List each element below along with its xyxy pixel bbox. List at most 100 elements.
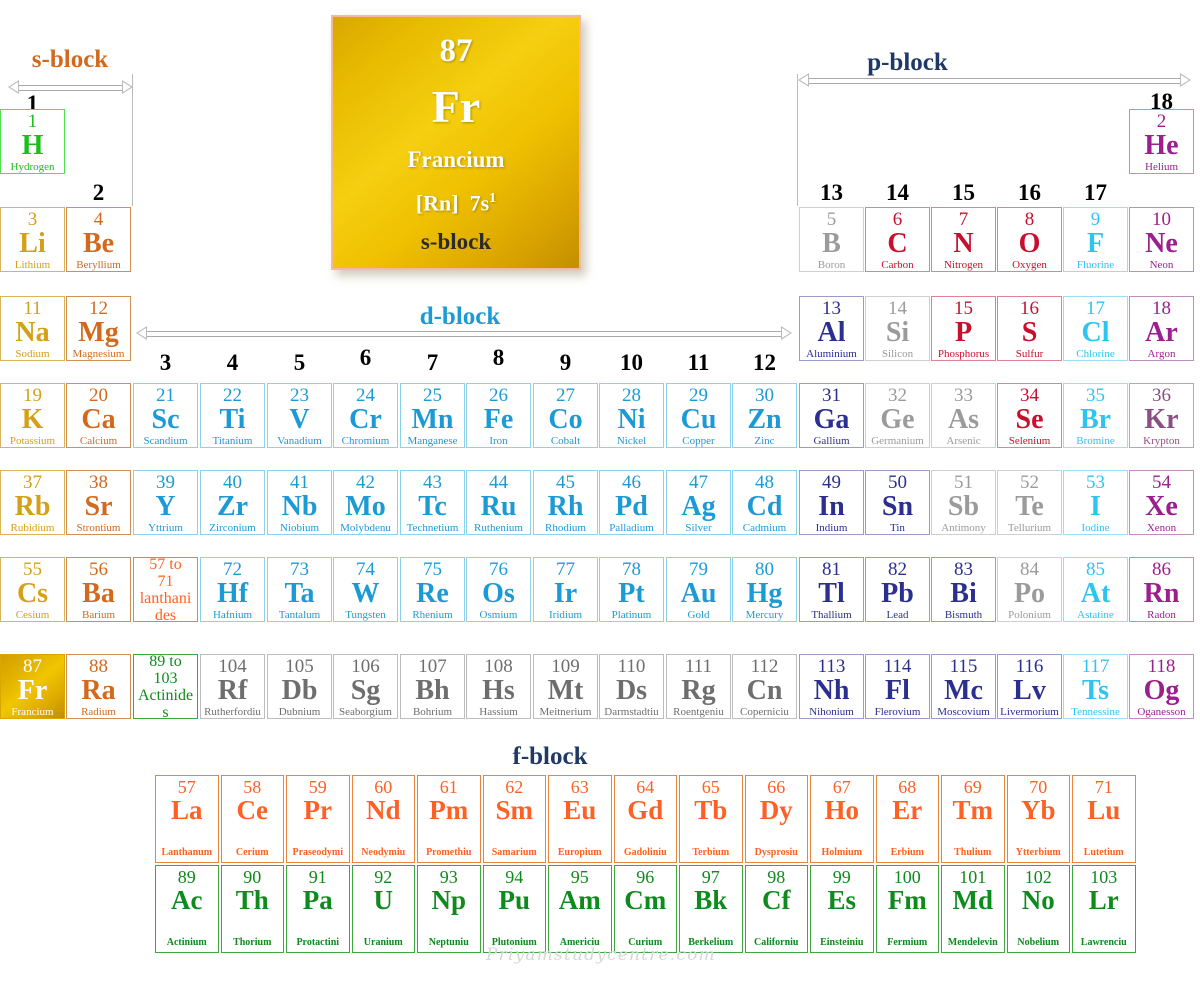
- element-cell-es[interactable]: 99 Es Einsteiniu: [810, 865, 874, 953]
- element-cell-pd[interactable]: 46 Pd Palladium: [599, 470, 664, 535]
- element-cell-sm[interactable]: 62 Sm Samarium: [482, 775, 546, 863]
- element-cell-eu[interactable]: 63 Eu Europium: [548, 775, 612, 863]
- element-cell-fm[interactable]: 100 Fm Fermium: [875, 865, 939, 953]
- actinide-range-cell[interactable]: 89 to 103 Actinide s: [133, 654, 198, 719]
- element-cell-nh[interactable]: 113 Nh Nihonium: [799, 654, 864, 719]
- element-cell-be[interactable]: 4 Be Beryllium: [66, 207, 131, 272]
- element-cell-cn[interactable]: 112 Cn Coperniciu: [732, 654, 797, 719]
- element-cell-fr[interactable]: 87 Fr Francium: [0, 654, 65, 719]
- element-cell-f[interactable]: 9 F Fluorine: [1063, 207, 1128, 272]
- element-cell-te[interactable]: 52 Te Tellurium: [997, 470, 1062, 535]
- element-cell-xe[interactable]: 54 Xe Xenon: [1129, 470, 1194, 535]
- element-cell-ta[interactable]: 73 Ta Tantalum: [267, 557, 332, 622]
- element-cell-b[interactable]: 5 B Boron: [799, 207, 864, 272]
- element-cell-kr[interactable]: 36 Kr Krypton: [1129, 383, 1194, 448]
- element-cell-ba[interactable]: 56 Ba Barium: [66, 557, 131, 622]
- element-cell-v[interactable]: 23 V Vanadium: [267, 383, 332, 448]
- element-cell-al[interactable]: 13 Al Aluminium: [799, 296, 864, 361]
- element-cell-ne[interactable]: 10 Ne Neon: [1129, 207, 1194, 272]
- element-cell-ac[interactable]: 89 Ac Actinium: [155, 865, 219, 953]
- element-cell-ts[interactable]: 117 Ts Tennessine: [1063, 654, 1128, 719]
- element-cell-np[interactable]: 93 Np Neptuniu: [417, 865, 481, 953]
- element-cell-br[interactable]: 35 Br Bromine: [1063, 383, 1128, 448]
- element-cell-ra[interactable]: 88 Ra Radium: [66, 654, 131, 719]
- element-cell-tc[interactable]: 43 Tc Technetium: [400, 470, 465, 535]
- element-cell-p[interactable]: 15 P Phosphorus: [931, 296, 996, 361]
- element-cell-ag[interactable]: 47 Ag Silver: [666, 470, 731, 535]
- element-cell-mo[interactable]: 42 Mo Molybdenu: [333, 470, 398, 535]
- featured-element-card[interactable]: 87 Fr Francium [Rn] 7s1 s-block: [331, 15, 581, 270]
- element-cell-ho[interactable]: 67 Ho Holmium: [810, 775, 874, 863]
- element-cell-cu[interactable]: 29 Cu Copper: [666, 383, 731, 448]
- element-cell-ds[interactable]: 110 Ds Darmstadtiu: [599, 654, 664, 719]
- element-cell-rh[interactable]: 45 Rh Rhodium: [533, 470, 598, 535]
- element-cell-ga[interactable]: 31 Ga Gallium: [799, 383, 864, 448]
- element-cell-md[interactable]: 101 Md Mendelevin: [941, 865, 1005, 953]
- element-cell-sg[interactable]: 106 Sg Seaborgium: [333, 654, 398, 719]
- element-cell-pt[interactable]: 78 Pt Platinum: [599, 557, 664, 622]
- element-cell-os[interactable]: 76 Os Osmium: [466, 557, 531, 622]
- element-cell-db[interactable]: 105 Db Dubnium: [267, 654, 332, 719]
- element-cell-zr[interactable]: 40 Zr Zirconium: [200, 470, 265, 535]
- element-cell-pb[interactable]: 82 Pb Lead: [865, 557, 930, 622]
- element-cell-sn[interactable]: 50 Sn Tin: [865, 470, 930, 535]
- element-cell-re[interactable]: 75 Re Rhenium: [400, 557, 465, 622]
- element-cell-au[interactable]: 79 Au Gold: [666, 557, 731, 622]
- element-cell-he[interactable]: 2 He Helium: [1129, 109, 1194, 174]
- element-cell-ca[interactable]: 20 Ca Calcium: [66, 383, 131, 448]
- element-cell-mc[interactable]: 115 Mc Moscovium: [931, 654, 996, 719]
- element-cell-pu[interactable]: 94 Pu Plutonium: [482, 865, 546, 953]
- element-cell-th[interactable]: 90 Th Thorium: [220, 865, 284, 953]
- element-cell-zn[interactable]: 30 Zn Zinc: [732, 383, 797, 448]
- element-cell-er[interactable]: 68 Er Erbium: [875, 775, 939, 863]
- element-cell-tb[interactable]: 65 Tb Terbium: [679, 775, 743, 863]
- element-cell-as[interactable]: 33 As Arsenic: [931, 383, 996, 448]
- element-cell-nd[interactable]: 60 Nd Neodymiu: [351, 775, 415, 863]
- element-cell-pa[interactable]: 91 Pa Protactini: [286, 865, 350, 953]
- element-cell-na[interactable]: 11 Na Sodium: [0, 296, 65, 361]
- element-cell-og[interactable]: 118 Og Oganesson: [1129, 654, 1194, 719]
- lanthanide-range-cell[interactable]: 57 to 71 lanthani des: [133, 557, 198, 622]
- element-cell-fl[interactable]: 114 Fl Flerovium: [865, 654, 930, 719]
- element-cell-in[interactable]: 49 In Indium: [799, 470, 864, 535]
- element-cell-ni[interactable]: 28 Ni Nickel: [599, 383, 664, 448]
- element-cell-sc[interactable]: 21 Sc Scandium: [133, 383, 198, 448]
- element-cell-tm[interactable]: 69 Tm Thulium: [941, 775, 1005, 863]
- element-cell-hs[interactable]: 108 Hs Hassium: [466, 654, 531, 719]
- element-cell-ge[interactable]: 32 Ge Germanium: [865, 383, 930, 448]
- element-cell-s[interactable]: 16 S Sulfur: [997, 296, 1062, 361]
- element-cell-ar[interactable]: 18 Ar Argon: [1129, 296, 1194, 361]
- element-cell-gd[interactable]: 64 Gd Gadoliniu: [613, 775, 677, 863]
- element-cell-rb[interactable]: 37 Rb Rubidium: [0, 470, 65, 535]
- element-cell-li[interactable]: 3 Li Lithium: [0, 207, 65, 272]
- element-cell-hf[interactable]: 72 Hf Hafnium: [200, 557, 265, 622]
- element-cell-no[interactable]: 102 No Nobelium: [1006, 865, 1070, 953]
- element-cell-ru[interactable]: 44 Ru Ruthenium: [466, 470, 531, 535]
- element-cell-se[interactable]: 34 Se Selenium: [997, 383, 1062, 448]
- element-cell-mn[interactable]: 25 Mn Manganese: [400, 383, 465, 448]
- element-cell-i[interactable]: 53 I Iodine: [1063, 470, 1128, 535]
- element-cell-nb[interactable]: 41 Nb Niobium: [267, 470, 332, 535]
- element-cell-ir[interactable]: 77 Ir Iridium: [533, 557, 598, 622]
- element-cell-rf[interactable]: 104 Rf Rutherfordiu: [200, 654, 265, 719]
- element-cell-cd[interactable]: 48 Cd Cadmium: [732, 470, 797, 535]
- element-cell-o[interactable]: 8 O Oxygen: [997, 207, 1062, 272]
- element-cell-am[interactable]: 95 Am Americiu: [548, 865, 612, 953]
- element-cell-sb[interactable]: 51 Sb Antimony: [931, 470, 996, 535]
- element-cell-si[interactable]: 14 Si Silicon: [865, 296, 930, 361]
- element-cell-bi[interactable]: 83 Bi Bismuth: [931, 557, 996, 622]
- element-cell-sr[interactable]: 38 Sr Strontium: [66, 470, 131, 535]
- element-cell-co[interactable]: 27 Co Cobalt: [533, 383, 598, 448]
- element-cell-rg[interactable]: 111 Rg Roentgeniu: [666, 654, 731, 719]
- element-cell-ti[interactable]: 22 Ti Titanium: [200, 383, 265, 448]
- element-cell-cr[interactable]: 24 Cr Chromium: [333, 383, 398, 448]
- element-cell-n[interactable]: 7 N Nitrogen: [931, 207, 996, 272]
- element-cell-bh[interactable]: 107 Bh Bohrium: [400, 654, 465, 719]
- element-cell-rn[interactable]: 86 Rn Radon: [1129, 557, 1194, 622]
- element-cell-at[interactable]: 85 At Astatine: [1063, 557, 1128, 622]
- element-cell-lr[interactable]: 103 Lr Lawrenciu: [1072, 865, 1136, 953]
- element-cell-c[interactable]: 6 C Carbon: [865, 207, 930, 272]
- element-cell-cl[interactable]: 17 Cl Chlorine: [1063, 296, 1128, 361]
- element-cell-hg[interactable]: 80 Hg Mercury: [732, 557, 797, 622]
- element-cell-mt[interactable]: 109 Mt Meitnerium: [533, 654, 598, 719]
